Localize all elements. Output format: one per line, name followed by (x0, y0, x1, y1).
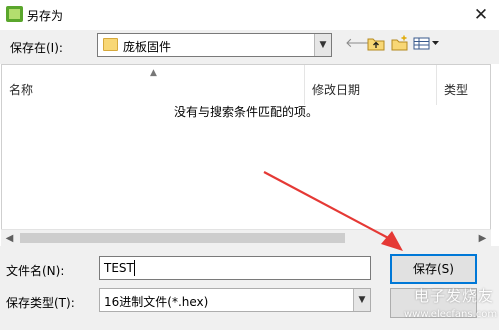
watermark-url: www.elecfans.com (404, 309, 498, 320)
save-button[interactable]: 保存(S) (390, 254, 477, 284)
chevron-down-icon[interactable]: ▼ (353, 289, 370, 311)
horizontal-scrollbar[interactable]: ◀ ▶ (1, 229, 491, 246)
filetype-value: 16进制文件(*.hex) (104, 295, 209, 309)
window-title: 另存为 (27, 9, 64, 23)
scroll-thumb[interactable] (20, 233, 345, 243)
scroll-left-icon[interactable]: ◀ (1, 230, 18, 247)
text-caret (134, 260, 135, 276)
up-folder-icon[interactable] (367, 35, 385, 53)
list-header: 名称 ▲ 修改日期 类型 (2, 65, 490, 105)
column-header-name[interactable]: 名称 ▲ (2, 65, 305, 105)
folder-icon (103, 38, 118, 51)
scroll-right-icon[interactable]: ▶ (474, 230, 491, 247)
column-header-type[interactable]: 类型 (437, 65, 490, 105)
save-in-value: 庞板固件 (123, 40, 172, 54)
back-arrow-icon[interactable]: 🡐 (345, 35, 380, 53)
watermark-logo: 电子发烧友 www.elecfans.com (396, 283, 498, 327)
column-header-date[interactable]: 修改日期 (305, 65, 437, 105)
app-icon (6, 6, 23, 22)
filename-input[interactable]: TEST (99, 256, 371, 280)
title-bar: 另存为 ✕ (0, 0, 499, 30)
new-folder-icon[interactable] (391, 35, 409, 53)
save-in-dropdown[interactable]: 庞板固件 ▼ (97, 33, 332, 57)
watermark-title: 电子发烧友 (414, 287, 495, 305)
save-in-label: 保存在(I): (10, 41, 63, 55)
file-list[interactable]: 名称 ▲ 修改日期 类型 没有与搜索条件匹配的项。 (1, 64, 491, 246)
close-button[interactable]: ✕ (463, 0, 499, 30)
filetype-dropdown[interactable]: 16进制文件(*.hex) ▼ (99, 288, 371, 312)
filetype-label: 保存类型(T): (6, 296, 75, 310)
view-menu-icon[interactable] (413, 35, 441, 53)
location-toolbar: 保存在(I): 庞板固件 ▼ 🡐 (0, 30, 499, 64)
filename-value: TEST (104, 261, 134, 275)
filename-label: 文件名(N): (6, 264, 65, 278)
chevron-down-icon[interactable]: ▼ (314, 34, 331, 56)
empty-message: 没有与搜索条件匹配的项。 (173, 105, 318, 119)
sort-up-icon: ▲ (150, 68, 157, 78)
